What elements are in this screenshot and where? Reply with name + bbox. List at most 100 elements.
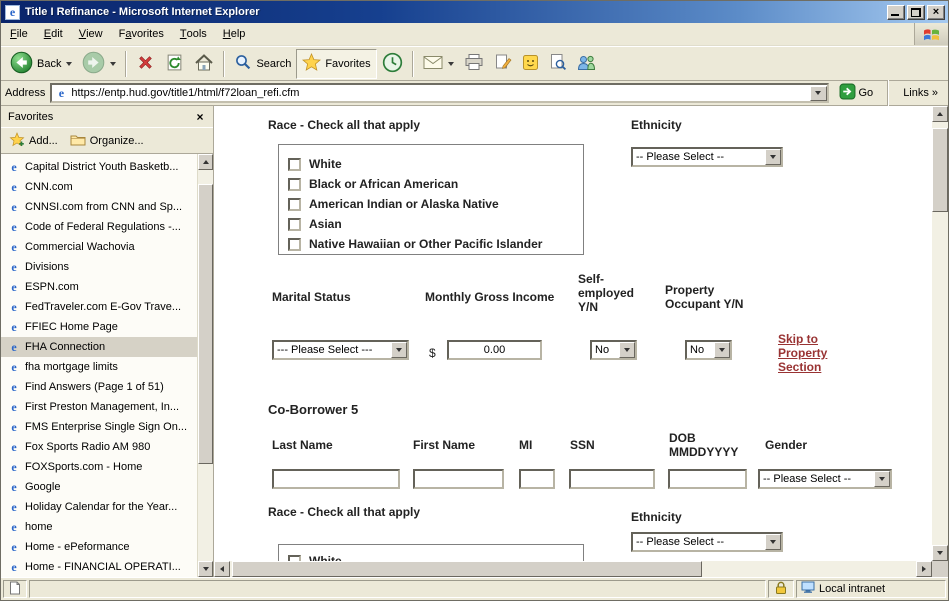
links-chevron-icon[interactable]: »	[932, 87, 938, 99]
stop-button[interactable]	[131, 49, 160, 79]
race-checkbox[interactable]	[288, 158, 301, 171]
menu-view[interactable]: View	[71, 23, 111, 45]
race-checkbox[interactable]	[288, 218, 301, 231]
favorites-item[interactable]: eCommercial Wachovia	[1, 237, 197, 257]
race-checkbox[interactable]	[288, 178, 301, 191]
refresh-button[interactable]	[160, 49, 189, 79]
page-vertical-scrollbar[interactable]	[932, 106, 948, 561]
mail-dropdown-icon[interactable]	[448, 62, 454, 66]
close-button[interactable]: ×	[927, 5, 945, 20]
ethnicity-select[interactable]: -- Please Select --	[631, 147, 783, 167]
self-employed-select[interactable]: No	[590, 340, 637, 360]
favorites-item[interactable]: eHoliday Calendar for the Year...	[1, 497, 197, 517]
favorites-item[interactable]: ehome	[1, 517, 197, 537]
favorites-close-button[interactable]: ×	[192, 110, 208, 124]
scroll-up-button[interactable]	[932, 106, 948, 122]
forward-button[interactable]	[77, 49, 121, 79]
print-button[interactable]	[459, 49, 489, 79]
dropdown-arrow-button[interactable]	[765, 534, 781, 550]
scroll-track[interactable]	[198, 170, 213, 561]
back-dropdown-icon[interactable]	[66, 62, 72, 66]
race-checkbox[interactable]	[288, 238, 301, 251]
favorites-item[interactable]: eHome - ePeformance	[1, 537, 197, 557]
favorites-item-label: CNN.com	[25, 181, 73, 193]
links-bar[interactable]: Links »	[898, 87, 944, 99]
scroll-thumb[interactable]	[198, 184, 213, 464]
scroll-left-button[interactable]	[214, 561, 230, 577]
favorites-item[interactable]: eFMS Enterprise Single Sign On...	[1, 417, 197, 437]
first-name-input[interactable]	[413, 469, 504, 489]
favorites-item[interactable]: eCode of Federal Regulations -...	[1, 217, 197, 237]
restore-button[interactable]	[907, 5, 925, 20]
arrow-right-icon	[922, 566, 926, 572]
race-checkbox-label: White	[309, 554, 342, 561]
favorites-item[interactable]: eFind Answers (Page 1 of 51)	[1, 377, 197, 397]
menu-tools[interactable]: Tools	[172, 23, 215, 45]
address-input[interactable]: e https://entp.hud.gov/title1/html/f72lo…	[50, 83, 828, 103]
favorites-button[interactable]: Favorites	[296, 49, 376, 79]
favorites-item[interactable]: eESPN.com	[1, 277, 197, 297]
scroll-up-button[interactable]	[198, 154, 213, 170]
browser-body: Favorites × Add... Organize... eCapital …	[1, 106, 948, 577]
edit-button[interactable]	[489, 49, 517, 79]
scroll-track[interactable]	[932, 122, 948, 545]
forward-dropdown-icon[interactable]	[110, 62, 116, 66]
dropdown-arrow-button[interactable]	[874, 471, 890, 487]
go-button[interactable]: Go	[834, 83, 879, 103]
favorites-item[interactable]: eGoogle	[1, 477, 197, 497]
marital-status-select[interactable]: --- Please Select ---	[272, 340, 409, 360]
back-button[interactable]: Back	[5, 49, 77, 79]
organize-favorites-button[interactable]: Organize...	[70, 133, 144, 149]
favorites-item[interactable]: efha mortgage limits	[1, 357, 197, 377]
favorites-item[interactable]: eCNNSI.com from CNN and Sp...	[1, 197, 197, 217]
scroll-thumb[interactable]	[932, 128, 948, 212]
menu-edit[interactable]: Edit	[36, 23, 71, 45]
ethnicity2-select[interactable]: -- Please Select --	[631, 532, 783, 552]
ssn-input[interactable]	[569, 469, 655, 489]
favorites-item[interactable]: eFFIEC Home Page	[1, 317, 197, 337]
favorites-item[interactable]: eFOXSports.com - Home	[1, 457, 197, 477]
scroll-down-button[interactable]	[198, 561, 213, 577]
favorites-item[interactable]: eFedTraveler.com E-Gov Trave...	[1, 297, 197, 317]
favorites-item[interactable]: eCapital District Youth Basketb...	[1, 157, 197, 177]
research-button[interactable]	[544, 49, 572, 79]
title-bar[interactable]: e Title I Refinance - Microsoft Internet…	[1, 1, 948, 23]
menu-favorites[interactable]: Favorites	[111, 23, 172, 45]
favorites-item[interactable]: eFox Sports Radio AM 980	[1, 437, 197, 457]
scroll-thumb[interactable]	[232, 561, 702, 577]
minimize-button[interactable]	[887, 5, 905, 20]
dob-input[interactable]	[668, 469, 747, 489]
people-button[interactable]	[572, 49, 601, 79]
page-horizontal-scrollbar[interactable]	[214, 561, 932, 577]
mail-button[interactable]	[418, 49, 459, 79]
favorites-scrollbar[interactable]	[197, 154, 213, 577]
history-button[interactable]	[377, 49, 408, 79]
dropdown-arrow-button[interactable]	[391, 342, 407, 358]
scroll-track[interactable]	[230, 561, 916, 577]
scroll-down-button[interactable]	[932, 545, 948, 561]
messenger-button[interactable]	[517, 49, 544, 79]
favorites-item[interactable]: eDivisions	[1, 257, 197, 277]
address-dropdown-button[interactable]	[810, 86, 827, 101]
race-checkbox[interactable]	[288, 198, 301, 211]
favorites-item[interactable]: eHome - FINANCIAL OPERATI...	[1, 557, 197, 577]
dropdown-arrow-button[interactable]	[714, 342, 730, 358]
last-name-input[interactable]	[272, 469, 400, 489]
gender-select[interactable]: -- Please Select --	[758, 469, 892, 489]
favorites-item[interactable]: eCNN.com	[1, 177, 197, 197]
race-option-row: White	[279, 551, 583, 561]
property-occupant-select[interactable]: No	[685, 340, 732, 360]
add-favorite-button[interactable]: Add...	[9, 132, 58, 150]
search-button[interactable]: Search	[229, 49, 296, 79]
dropdown-arrow-button[interactable]	[619, 342, 635, 358]
skip-to-property-link[interactable]: Skip to Property Section	[778, 332, 848, 374]
favorites-item-selected[interactable]: eFHA Connection	[1, 337, 197, 357]
menu-file[interactable]: File	[2, 23, 36, 45]
favorites-item[interactable]: eFirst Preston Management, In...	[1, 397, 197, 417]
monthly-income-input[interactable]	[447, 340, 542, 360]
dropdown-arrow-button[interactable]	[765, 149, 781, 165]
mi-input[interactable]	[519, 469, 555, 489]
scroll-right-button[interactable]	[916, 561, 932, 577]
menu-help[interactable]: Help	[215, 23, 254, 45]
home-button[interactable]	[189, 49, 219, 79]
